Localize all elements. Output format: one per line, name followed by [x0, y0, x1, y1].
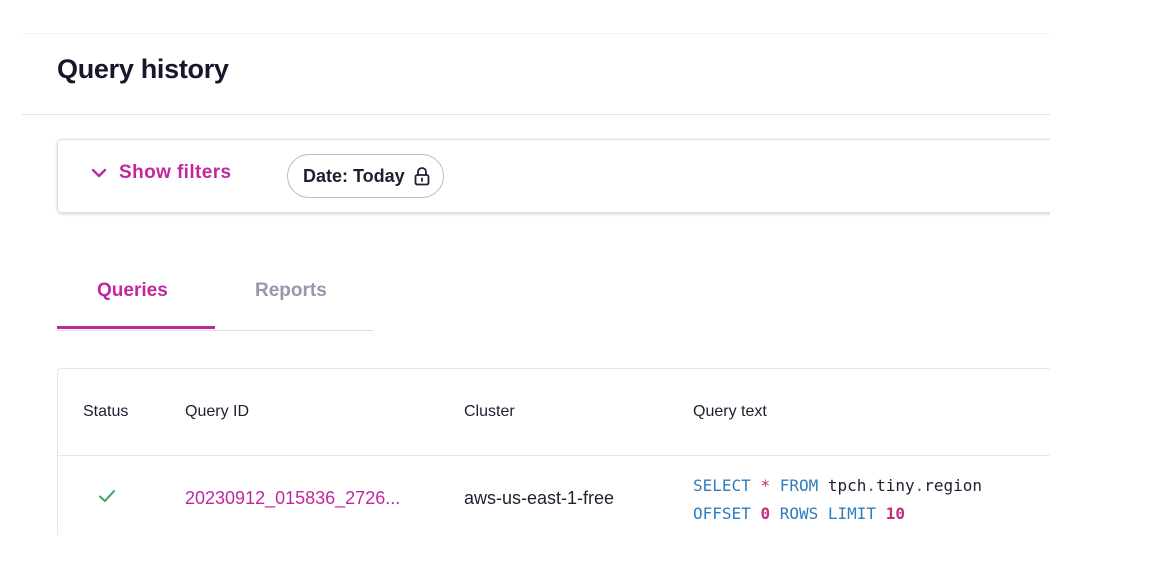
sql-number: 0	[760, 504, 771, 523]
column-header-status[interactable]: Status	[83, 403, 128, 421]
show-filters-label: Show filters	[119, 162, 232, 183]
cluster-name: aws-us-east-1-free	[464, 488, 615, 508]
sql-keyword: ROWS	[779, 504, 819, 523]
active-tab-indicator	[57, 326, 215, 329]
sql-keyword: LIMIT	[827, 504, 877, 523]
tab-bar: Queries Reports	[57, 270, 373, 331]
sql-identifier: region	[924, 476, 983, 495]
date-filter-label: Date: Today	[303, 165, 405, 186]
sql-dot: .	[866, 476, 877, 495]
page-title: Query history	[57, 54, 229, 84]
column-header-query-text[interactable]: Query text	[693, 403, 767, 421]
query-id-link[interactable]: 20230912_015836_2726...	[185, 488, 400, 509]
tab-queries[interactable]: Queries	[97, 280, 168, 302]
sql-keyword: FROM	[779, 476, 819, 495]
column-header-cluster[interactable]: Cluster	[464, 403, 515, 421]
query-history-page: Query history Show filters Date: Today Q…	[0, 0, 1050, 535]
lock-icon	[414, 167, 430, 186]
checkmark-icon	[99, 490, 115, 502]
column-header-query-id[interactable]: Query ID	[185, 403, 249, 421]
sql-number: 10	[885, 504, 905, 523]
query-table: Status Query ID Cluster Query text 20230…	[57, 368, 1050, 535]
show-filters-button[interactable]: Show filters	[91, 162, 231, 184]
sql-keyword: SELECT	[693, 476, 751, 495]
chevron-down-icon	[91, 168, 107, 178]
query-text: SELECT * FROM tpch.tiny.region OFFSET 0 …	[693, 472, 982, 528]
header-divider	[22, 114, 1050, 115]
date-filter-chip[interactable]: Date: Today	[287, 154, 444, 198]
sql-operator: *	[760, 476, 771, 495]
tab-reports[interactable]: Reports	[255, 280, 327, 302]
sql-dot: .	[914, 476, 925, 495]
filter-bar: Show filters Date: Today	[57, 139, 1050, 213]
top-border	[22, 33, 1050, 34]
header-separator	[58, 455, 1050, 456]
sql-identifier: tiny	[876, 476, 915, 495]
sql-identifier: tpch	[827, 476, 867, 495]
sql-keyword: OFFSET	[693, 504, 751, 523]
